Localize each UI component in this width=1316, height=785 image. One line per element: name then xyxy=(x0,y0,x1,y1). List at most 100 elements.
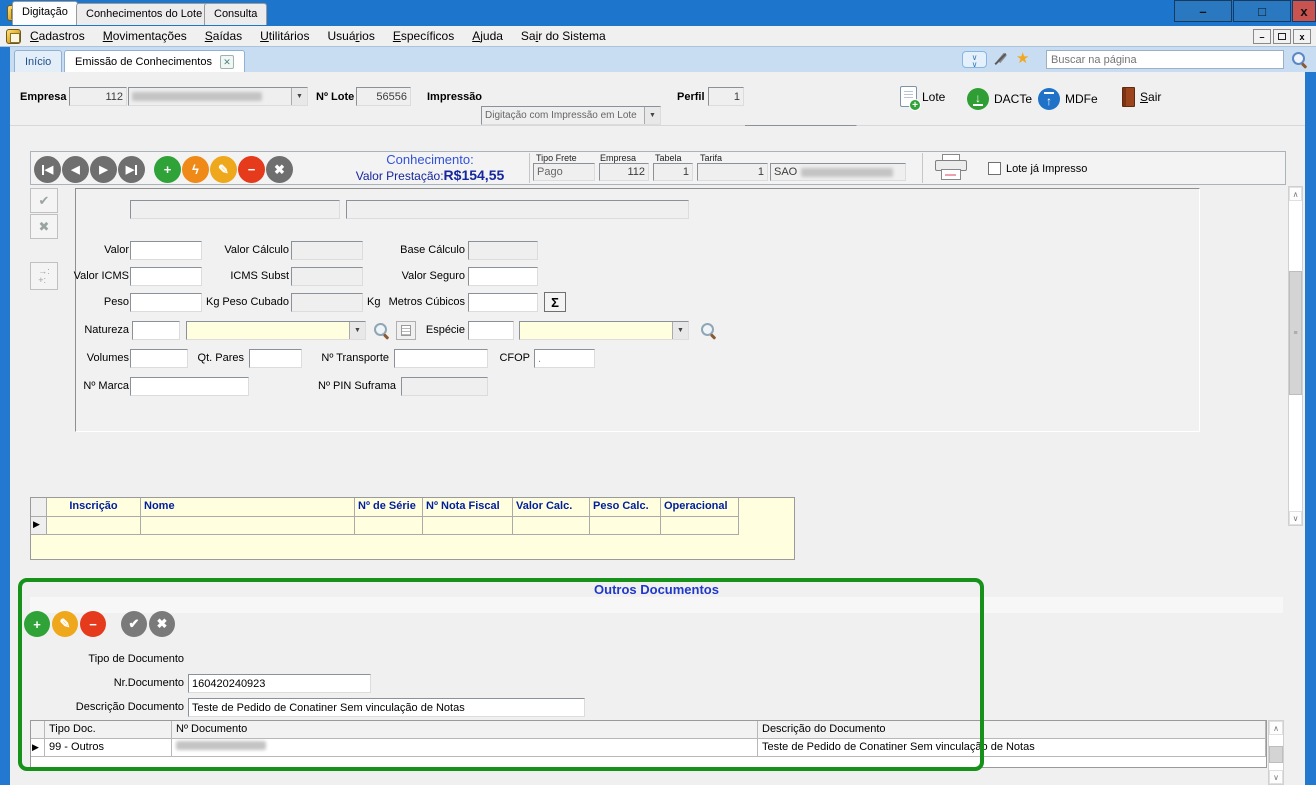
maximize-button[interactable]: □ xyxy=(1233,0,1291,22)
dacte-button[interactable]: ↓ DACTe xyxy=(967,88,1032,110)
delete-record-button[interactable]: − xyxy=(238,156,265,183)
col-n-documento[interactable]: Nº Documento xyxy=(172,721,758,739)
menu-saidas[interactable]: Saídas xyxy=(196,29,251,43)
outros-confirm-button[interactable]: ✔ xyxy=(121,611,147,637)
col-nome[interactable]: Nome xyxy=(141,498,355,517)
expand-button[interactable]: ∨ ∨ xyxy=(962,51,987,69)
tab-close-icon[interactable]: ✕ xyxy=(219,54,234,69)
close-button[interactable]: x xyxy=(1292,0,1316,22)
sair-button[interactable]: Sair xyxy=(1122,87,1161,107)
empresa-mini-field[interactable]: 112 xyxy=(599,163,649,181)
impressao-combo[interactable]: Digitação com Impressão em Lote ▼ xyxy=(481,106,661,125)
cancel-record-button[interactable]: ✖ xyxy=(266,156,293,183)
especie-search-icon[interactable] xyxy=(701,323,716,338)
dropdown-arrow-icon[interactable]: ▼ xyxy=(349,322,365,339)
minimize-button[interactable]: – xyxy=(1174,0,1232,22)
notas-grid-empty-row[interactable]: ▶ xyxy=(31,517,794,535)
form-top-field-1[interactable] xyxy=(130,200,340,219)
col-operacional[interactable]: Operacional xyxy=(661,498,739,517)
form-top-field-2[interactable] xyxy=(346,200,689,219)
next-record-button[interactable]: ▶ xyxy=(90,156,117,183)
col-peso-calc[interactable]: Peso Calc. xyxy=(590,498,661,517)
peso-field[interactable] xyxy=(130,293,202,312)
mdi-restore-button[interactable] xyxy=(1273,29,1291,44)
scroll-up-icon[interactable]: ∧ xyxy=(1269,721,1283,735)
natureza-combo[interactable]: ▼ xyxy=(186,321,366,340)
cfop-field[interactable]: . xyxy=(534,349,595,368)
tarifa-field[interactable]: 1 xyxy=(697,163,768,181)
n-transporte-field[interactable] xyxy=(394,349,488,368)
subtab-digitacao[interactable]: Digitação xyxy=(12,1,78,25)
tipo-frete-field[interactable]: Pago xyxy=(533,163,595,181)
scrollbar-thumb[interactable]: ≡ xyxy=(1289,271,1302,395)
search-input[interactable] xyxy=(1046,50,1284,69)
col-tipo-doc[interactable]: Tipo Doc. xyxy=(45,721,172,739)
mdi-close-button[interactable]: x xyxy=(1293,29,1311,44)
last-record-button[interactable]: ▶ xyxy=(118,156,145,183)
menu-sair-do-sistema[interactable]: Sair do Sistema xyxy=(512,29,615,43)
dropdown-arrow-icon[interactable]: ▼ xyxy=(291,88,307,105)
descricao-documento-field[interactable]: Teste de Pedido de Conatiner Sem vincula… xyxy=(188,698,585,717)
tab-inicio[interactable]: Início xyxy=(14,50,63,72)
lote-field[interactable]: 56556 xyxy=(356,87,411,106)
outros-grid-scrollbar[interactable]: ∧ ∨ xyxy=(1268,720,1284,785)
search-icon[interactable] xyxy=(1292,52,1307,67)
col-valor-calc[interactable]: Valor Calc. xyxy=(513,498,590,517)
valor-seguro-field[interactable] xyxy=(468,267,538,286)
menu-utilitarios[interactable]: Utilitários xyxy=(251,29,318,43)
lote-button[interactable]: + Lote xyxy=(900,86,945,111)
natureza-code-field[interactable] xyxy=(132,321,180,340)
outros-add-button[interactable]: + xyxy=(24,611,50,637)
menu-cadastros[interactable]: Cadastros xyxy=(21,29,94,43)
metros-cubicos-field[interactable] xyxy=(468,293,538,312)
tarifa-desc-field[interactable]: SAO xyxy=(770,163,906,181)
base-calculo-field[interactable] xyxy=(468,241,538,260)
volumes-field[interactable] xyxy=(130,349,188,368)
qt-pares-field[interactable] xyxy=(249,349,302,368)
strip-cancel-button[interactable]: ✖ xyxy=(30,214,58,239)
favorite-star-icon[interactable]: ★ xyxy=(1016,49,1029,67)
valor-calculo-field[interactable] xyxy=(291,241,363,260)
scrollbar-thumb[interactable] xyxy=(1269,746,1283,763)
subtab-conhecimentos-do-lote[interactable]: Conhecimentos do Lote xyxy=(76,3,213,25)
tabela-field[interactable]: 1 xyxy=(653,163,693,181)
n-marca-field[interactable] xyxy=(130,377,249,396)
empresa-name-combo[interactable]: ▼ xyxy=(128,87,308,106)
pin-disabled-icon[interactable] xyxy=(993,51,1009,67)
previous-record-button[interactable]: ◀ xyxy=(62,156,89,183)
tab-emissao-conhecimentos[interactable]: Emissão de Conhecimentos ✕ xyxy=(64,50,245,72)
peso-cubado-field[interactable] xyxy=(291,293,363,312)
sum-button[interactable]: Σ xyxy=(544,292,566,312)
subtab-consulta[interactable]: Consulta xyxy=(204,3,268,25)
col-inscricao[interactable]: Inscrição xyxy=(47,498,141,517)
quick-action-button[interactable]: ϟ xyxy=(182,156,209,183)
menu-usuarios[interactable]: Usuários xyxy=(318,29,383,43)
scroll-down-icon[interactable]: ∨ xyxy=(1269,770,1283,784)
nr-documento-field[interactable]: 160420240923 xyxy=(188,674,371,693)
outros-edit-button[interactable]: ✎ xyxy=(52,611,78,637)
especie-code-field[interactable] xyxy=(468,321,514,340)
lote-impresso-checkbox[interactable] xyxy=(988,162,1001,175)
outros-grid-row[interactable]: ▶ 99 - Outros Teste de Pedido de Conatin… xyxy=(31,739,1266,757)
empresa-code-field[interactable]: 112 xyxy=(69,87,127,106)
strip-confirm-button[interactable]: ✔ xyxy=(30,188,58,213)
outros-delete-button[interactable]: − xyxy=(80,611,106,637)
perfil-code-field[interactable]: 1 xyxy=(708,87,744,106)
scroll-up-icon[interactable]: ∧ xyxy=(1289,187,1302,201)
valor-icms-field[interactable] xyxy=(130,267,202,286)
n-pin-suframa-field[interactable] xyxy=(401,377,488,396)
main-scrollbar[interactable]: ∧ ≡ ∨ xyxy=(1288,186,1303,526)
col-nota-fiscal[interactable]: Nº Nota Fiscal xyxy=(423,498,513,517)
first-record-button[interactable]: ◀ xyxy=(34,156,61,183)
scroll-down-icon[interactable]: ∨ xyxy=(1289,511,1302,525)
mdi-minimize-button[interactable]: – xyxy=(1253,29,1271,44)
outros-cancel-button[interactable]: ✖ xyxy=(149,611,175,637)
menu-ajuda[interactable]: Ajuda xyxy=(463,29,512,43)
add-record-button[interactable]: + xyxy=(154,156,181,183)
icms-subst-field[interactable] xyxy=(291,267,363,286)
menu-movimentacoes[interactable]: Movimentações xyxy=(94,29,196,43)
menu-especificos[interactable]: Específicos xyxy=(384,29,463,43)
especie-combo[interactable]: ▼ xyxy=(519,321,689,340)
dropdown-arrow-icon[interactable]: ▼ xyxy=(644,107,660,124)
mdfe-button[interactable]: ↑ MDFe xyxy=(1038,88,1098,110)
